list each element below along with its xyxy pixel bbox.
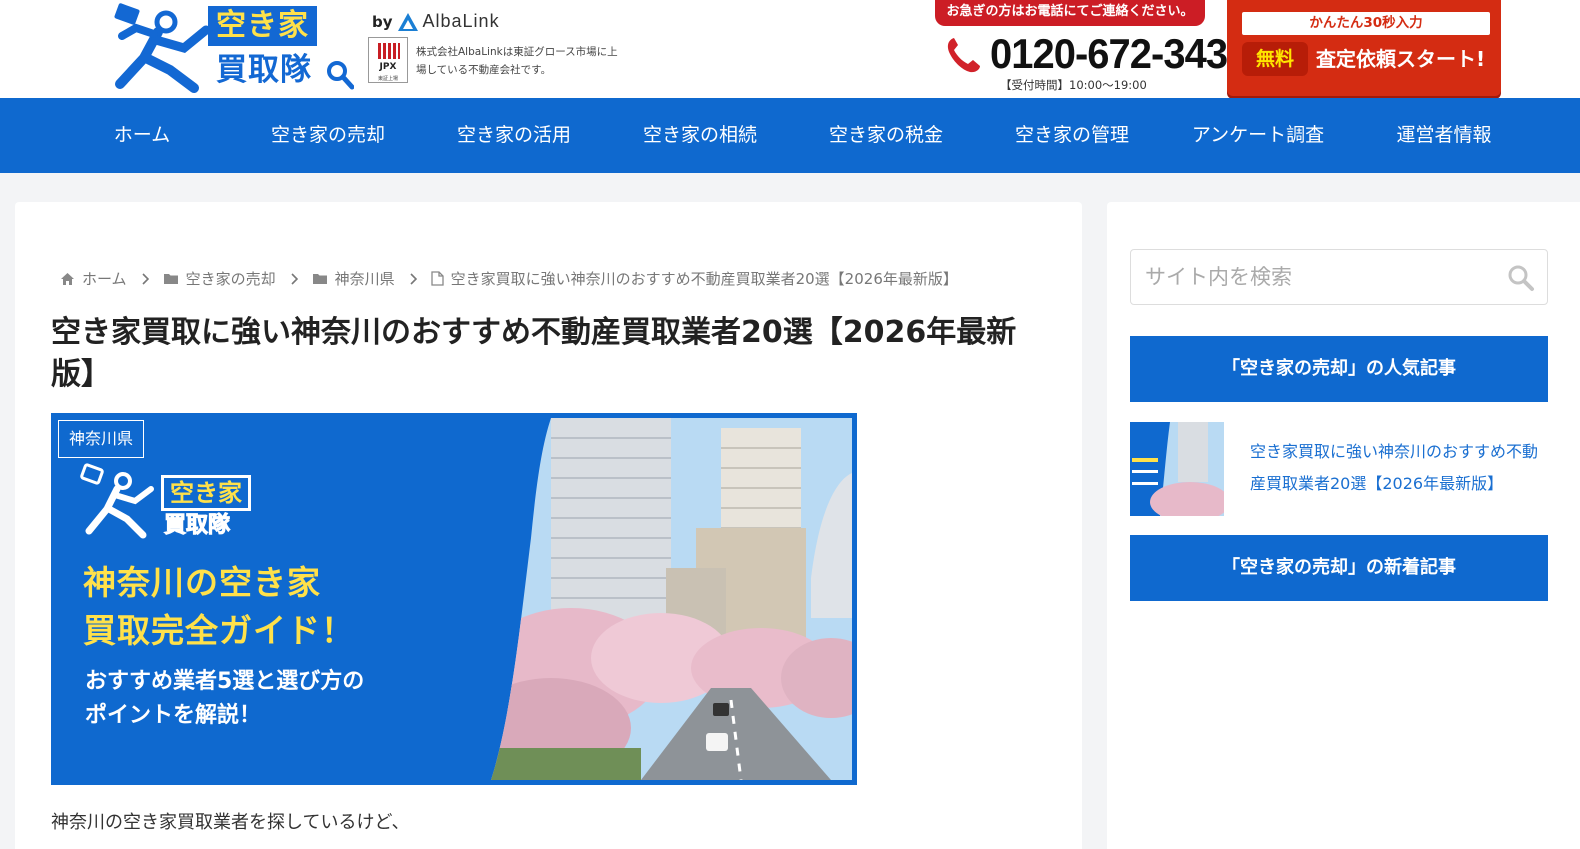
nav-item-sell[interactable]: 空き家の売却 <box>235 98 421 173</box>
breadcrumb: ホーム 空き家の売却 神奈川県 空き家買取に強い神奈川のおすすめ不動産買取業者2… <box>60 268 958 289</box>
folder-icon <box>312 274 327 284</box>
site-search <box>1130 249 1548 305</box>
category-label[interactable]: 神奈川県 <box>58 420 145 458</box>
eyecatch-image: 神奈川県 空き家 買取隊 神奈川の空き家 買取完全ガイド！ おすすめ業者5選と選… <box>51 413 857 785</box>
eyecatch-sub-line2: ポイントを解説！ <box>85 703 262 728</box>
site-header: 空き家 買取隊 by AlbaLink JPX 東証上場 株式会社AlbaLin… <box>0 0 1580 98</box>
eyecatch-headline-line2: 買取完全ガイド！ <box>83 611 355 650</box>
logo-word-kaitoritai: 買取隊 <box>216 52 312 88</box>
phone-contact[interactable]: 0120-672-343 <box>944 30 1240 78</box>
cta-main-label: 査定依頼スタート! <box>1316 47 1486 71</box>
breadcrumb-label: 神奈川県 <box>334 270 395 288</box>
jpx-logo-icon <box>378 43 400 59</box>
nav-item-use[interactable]: 空き家の活用 <box>421 98 607 173</box>
global-nav: ホーム 空き家の売却 空き家の活用 空き家の相続 空き家の税金 空き家の管理 ア… <box>0 98 1580 173</box>
site-logo[interactable]: 空き家 買取隊 <box>108 0 358 94</box>
logo-word-akiya: 空き家 <box>208 6 317 46</box>
sidebar: 「空き家の売却」の人気記事 空き家買取に強い神奈川のおすすめ不動産買取業者20選… <box>1107 202 1580 849</box>
page-icon <box>430 271 444 286</box>
chevron-right-icon <box>409 272 417 285</box>
brand-name: AlbaLink <box>422 11 500 31</box>
article-thumbnail <box>1130 422 1224 516</box>
jpx-mark: JPX <box>379 62 397 72</box>
by-albalink: by AlbaLink <box>372 11 500 32</box>
nav-item-manage[interactable]: 空き家の管理 <box>979 98 1165 173</box>
breadcrumb-label: 空き家買取に強い神奈川のおすすめ不動産買取業者20選【2026年最新版】 <box>450 270 958 288</box>
phone-icon <box>947 38 980 73</box>
eyecatch-sub-line1: おすすめ業者5選と選び方の <box>85 669 365 694</box>
home-icon <box>61 272 74 285</box>
popular-article-title[interactable]: 空き家買取に強い神奈川のおすすめ不動産買取業者20選【2026年最新版】 <box>1250 436 1550 500</box>
listing-notice: 株式会社AlbaLinkは東証グロース市場に上場している不動産会社です。 <box>416 46 618 76</box>
breadcrumb-current: 空き家買取に強い神奈川のおすすめ不動産買取業者20選【2026年最新版】 <box>430 268 958 289</box>
running-man-icon <box>80 463 154 539</box>
urgent-contact-banner: お急ぎの方はお電話にてご連絡ください。 <box>935 0 1205 26</box>
article-intro: 神奈川の空き家買取業者を探しているけど、 <box>51 812 410 833</box>
eyecatch-subheadline: おすすめ業者5選と選び方の ポイントを解説！ <box>85 665 364 733</box>
search-input[interactable] <box>1131 250 1501 304</box>
popular-articles-title: 「空き家の売却」の人気記事 <box>1130 336 1548 402</box>
eyecatch-headline: 神奈川の空き家 買取完全ガイド！ <box>83 559 355 655</box>
breadcrumb-sell[interactable]: 空き家の売却 <box>163 268 276 289</box>
search-icon[interactable] <box>1507 264 1535 292</box>
chevron-right-icon <box>141 272 149 285</box>
folder-icon <box>163 274 178 284</box>
article-title: 空き家買取に強い神奈川のおすすめ不動産買取業者20選【2026年最新版】 <box>51 315 1017 392</box>
breadcrumb-label: ホーム <box>82 270 127 288</box>
eyecatch-logo-word1: 空き家 <box>161 475 251 511</box>
assessment-request-button[interactable]: かんたん30秒入力 無料 査定依頼スタート! <box>1227 0 1501 96</box>
albalink-logo-icon <box>397 12 418 31</box>
breadcrumb-home[interactable]: ホーム <box>60 268 127 289</box>
nav-item-company[interactable]: 運営者情報 <box>1351 98 1537 173</box>
breadcrumb-kanagawa[interactable]: 神奈川県 <box>312 268 395 289</box>
magnifier-icon <box>327 61 354 90</box>
running-man-icon <box>114 3 211 93</box>
jpx-sub: 東証上場 <box>377 76 398 82</box>
nav-item-tax[interactable]: 空き家の税金 <box>793 98 979 173</box>
new-articles-title: 「空き家の売却」の新着記事 <box>1130 535 1548 601</box>
nav-item-home[interactable]: ホーム <box>49 98 235 173</box>
eyecatch-headline-line1: 神奈川の空き家 <box>83 563 321 602</box>
main-content: ホーム 空き家の売却 神奈川県 空き家買取に強い神奈川のおすすめ不動産買取業者2… <box>15 202 1082 849</box>
chevron-right-icon <box>290 272 298 285</box>
city-photo <box>491 418 852 780</box>
nav-item-survey[interactable]: アンケート調査 <box>1165 98 1351 173</box>
jpx-badge: JPX 東証上場 <box>368 37 408 83</box>
nav-item-inherit[interactable]: 空き家の相続 <box>607 98 793 173</box>
by-label: by <box>372 12 393 31</box>
breadcrumb-label: 空き家の売却 <box>185 270 276 288</box>
cta-top-label: かんたん30秒入力 <box>1242 12 1490 35</box>
popular-article-item[interactable]: 空き家買取に強い神奈川のおすすめ不動産買取業者20選【2026年最新版】 <box>1130 422 1548 516</box>
business-hours: 【受付時間】10:00〜19:00 <box>1000 78 1147 92</box>
phone-number[interactable]: 0120-672-343 <box>990 30 1228 78</box>
free-badge: 無料 <box>1242 42 1308 76</box>
eyecatch-logo-word2: 買取隊 <box>163 513 231 539</box>
